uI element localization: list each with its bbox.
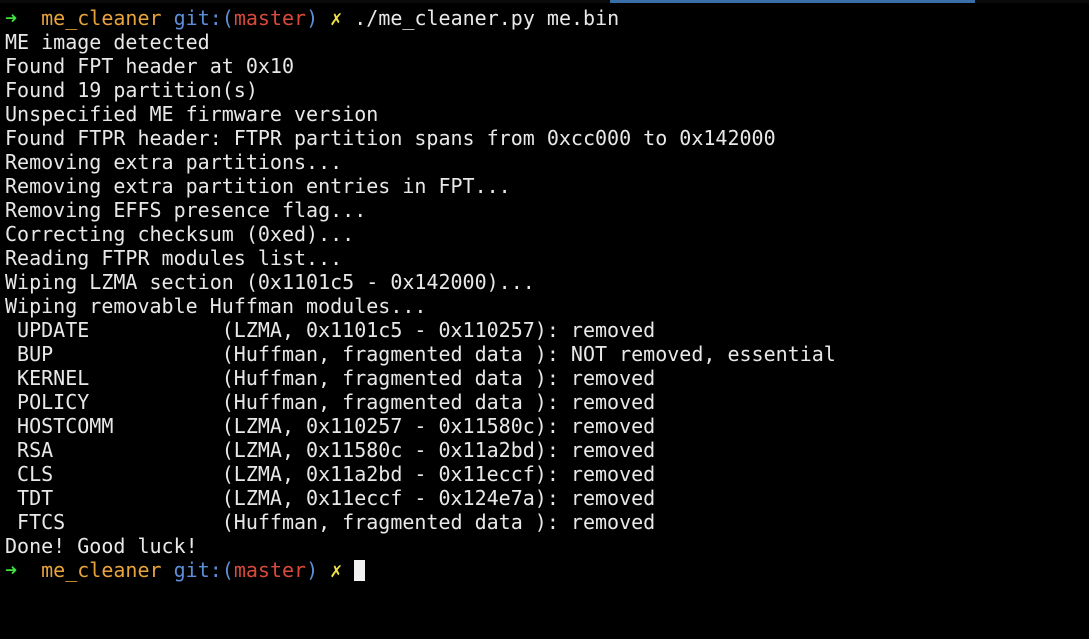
prompt-directory: me_cleaner (41, 6, 162, 30)
output-line: Removing extra partition entries in FPT.… (5, 174, 511, 198)
prompt-arrow-icon: ➜ (5, 6, 18, 30)
prompt-dirty-icon: ✗ (330, 558, 343, 582)
module-line-bup: BUP (Huffman, fragmented data ): NOT rem… (5, 342, 836, 366)
output-line: Found FPT header at 0x10 (5, 54, 294, 78)
terminal-output[interactable]: ➜ me_cleaner git:(master) ✗ ./me_cleaner… (5, 6, 1085, 582)
output-line: ME image detected (5, 30, 210, 54)
module-line-hostcomm: HOSTCOMM (LZMA, 0x110257 - 0x11580c): re… (5, 414, 656, 438)
module-line-ftcs: FTCS (Huffman, fragmented data ): remove… (5, 510, 656, 534)
output-line-done: Done! Good luck! (5, 534, 198, 558)
output-line: Wiping removable Huffman modules... (5, 294, 427, 318)
prompt-directory: me_cleaner (41, 558, 162, 582)
output-line: Reading FTPR modules list... (5, 246, 343, 270)
terminal-cursor[interactable] (354, 560, 366, 581)
prompt-line-current[interactable]: ➜ me_cleaner git:(master) ✗ (5, 558, 1085, 582)
prompt-git-label: git:( (173, 558, 234, 582)
module-line-cls: CLS (LZMA, 0x11a2bd - 0x11eccf): removed (5, 462, 656, 486)
output-line: Removing EFFS presence flag... (5, 198, 367, 222)
output-line: Found 19 partition(s) (5, 78, 258, 102)
prompt-git-close: ) (306, 558, 319, 582)
prompt-git-branch: master (233, 6, 307, 30)
prompt-git-label: git:( (173, 6, 234, 30)
output-line: Correcting checksum (0xed)... (5, 222, 355, 246)
prompt-dirty-icon: ✗ (330, 6, 343, 30)
prompt-arrow-icon: ➜ (5, 558, 18, 582)
prompt-line-command: ➜ me_cleaner git:(master) ✗ ./me_cleaner… (5, 6, 1085, 30)
module-line-update: UPDATE (LZMA, 0x1101c5 - 0x110257): remo… (5, 318, 656, 342)
output-line: Unspecified ME firmware version (5, 102, 379, 126)
prompt-command-text: ./me_cleaner.py me.bin (354, 6, 620, 30)
output-line: Wiping LZMA section (0x1101c5 - 0x142000… (5, 270, 535, 294)
module-line-tdt: TDT (LZMA, 0x11eccf - 0x124e7a): removed (5, 486, 656, 510)
prompt-git-close: ) (306, 6, 319, 30)
module-line-kernel: KERNEL (Huffman, fragmented data ): remo… (5, 366, 656, 390)
module-line-policy: POLICY (Huffman, fragmented data ): remo… (5, 390, 656, 414)
prompt-git-branch: master (233, 558, 307, 582)
window-top-accent (610, 0, 975, 3)
output-line: Found FTPR header: FTPR partition spans … (5, 126, 776, 150)
module-line-rsa: RSA (LZMA, 0x11580c - 0x11a2bd): removed (5, 438, 656, 462)
output-line: Removing extra partitions... (5, 150, 343, 174)
